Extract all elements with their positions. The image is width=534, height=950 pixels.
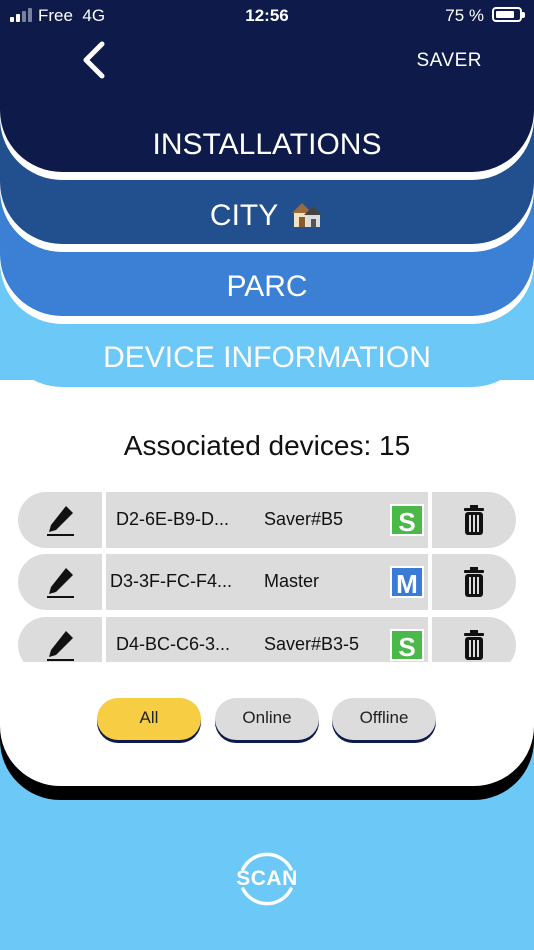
filter-offline-button[interactable]: Offline [332,698,436,740]
header-bar: Free 4G 12:56 75 % SAVER [0,0,534,92]
device-row: D3-3F-FC-F4... Master M [18,554,516,610]
device-role: Saver#B5 [264,509,344,529]
device-type-badge: S [390,629,424,662]
device-information-label: DEVICE INFORMATION [103,341,431,374]
edit-button[interactable] [18,554,102,610]
trash-icon [464,630,484,660]
edit-button[interactable] [18,617,102,662]
battery-percent: 75 % [445,6,484,25]
device-role: Saver#B3-5 [264,634,360,654]
edit-button[interactable] [18,492,102,548]
device-row: D2-6E-B9-D... Saver#B5 S [18,492,516,548]
pencil-icon [47,506,74,536]
device-info[interactable]: D4-BC-C6-3... Saver#B3-5 S [106,617,428,662]
device-mac: D2-6E-B9-D... [116,509,230,529]
filter-all-button[interactable]: All [97,698,201,740]
device-mac: D3-3F-FC-F4... [110,571,233,591]
back-button[interactable] [78,40,110,80]
filter-bar: All Online Offline [0,698,534,744]
pencil-icon [47,568,74,598]
city-label-wrap: CITY [0,199,534,233]
status-bar: Free 4G 12:56 75 % [0,0,534,30]
saver-button[interactable]: SAVER [416,50,482,72]
device-list[interactable]: D2-6E-B9-D... Saver#B5 S D3-3F-FC-F4... … [18,492,516,662]
device-row: D4-BC-C6-3... Saver#B3-5 S [18,617,516,662]
delete-button[interactable] [432,617,516,662]
scan-button[interactable]: SCAN [233,845,301,913]
device-info[interactable]: D3-3F-FC-F4... Master M [106,554,428,610]
installations-label: INSTALLATIONS [152,128,382,161]
associated-devices-count: Associated devices: 15 [123,430,411,461]
houses-icon [290,199,324,229]
delete-button[interactable] [432,554,516,610]
city-label: CITY [209,199,278,232]
battery-icon [492,7,525,22]
device-role: Master [264,571,320,591]
trash-icon [464,567,484,597]
pencil-icon [47,631,74,661]
scan-label: SCAN [236,867,298,890]
devices-panel: Associated devices: 15 D2-6E-B9-D... Sav… [0,380,534,786]
device-type-badge: M [390,566,424,599]
chevron-left-icon [83,41,105,79]
trash-icon [464,505,484,535]
delete-button[interactable] [432,492,516,548]
device-mac: D4-BC-C6-3... [116,634,231,654]
parc-label: PARC [226,270,308,303]
filter-online-button[interactable]: Online [215,698,319,740]
device-type-badge: S [390,504,424,537]
device-info[interactable]: D2-6E-B9-D... Saver#B5 S [106,492,428,548]
